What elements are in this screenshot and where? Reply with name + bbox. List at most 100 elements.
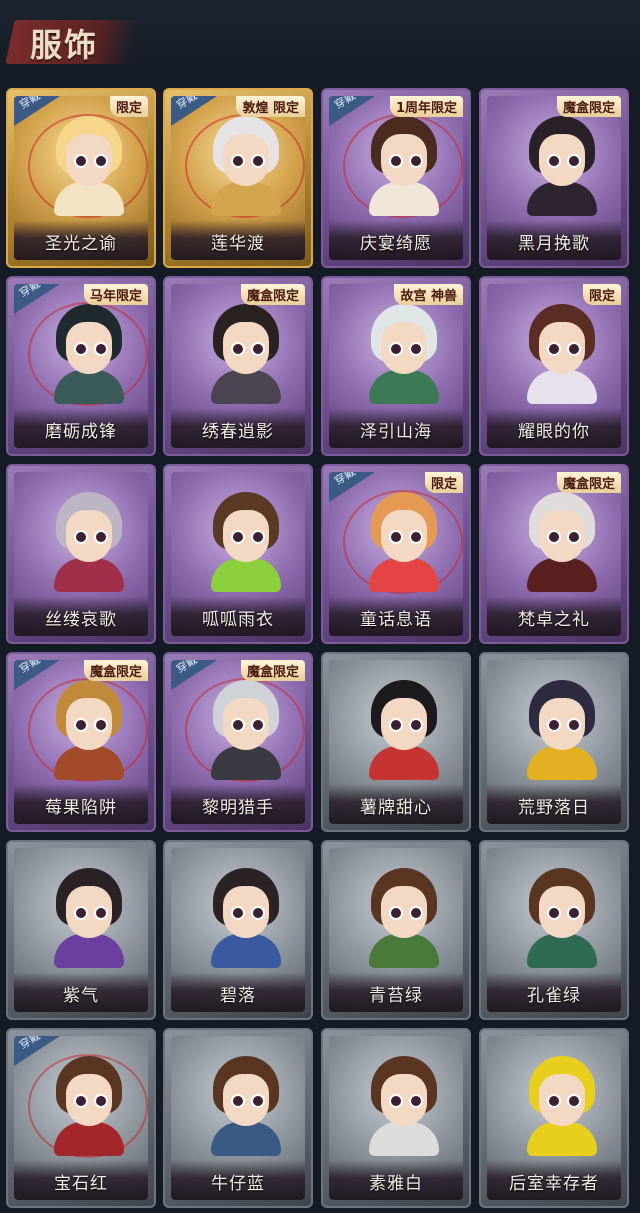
limited-badge: 敦煌 限定: [236, 96, 305, 117]
costume-name: 莲华渡: [211, 234, 265, 254]
costume-card[interactable]: 穿戴 限定 圣光之谕: [6, 88, 156, 268]
costume-name: 丝缕哀歌: [45, 610, 117, 630]
character-portrait: [50, 492, 128, 592]
costume-card[interactable]: 荒野落日: [479, 652, 629, 832]
costume-card[interactable]: 限定耀眼的你: [479, 276, 629, 456]
name-bar: 圣光之谕: [14, 220, 148, 260]
card-artwork: 穿戴 1周年限定 庆宴绮愿: [329, 96, 463, 260]
wear-badge-label: 穿戴: [332, 472, 358, 488]
costume-card[interactable]: 青苔绿: [321, 840, 471, 1020]
character-portrait: [365, 116, 443, 216]
costume-card[interactable]: 魔盒限定 绣春逍影: [163, 276, 313, 456]
costume-card[interactable]: 紫气: [6, 840, 156, 1020]
name-bar: 牛仔蓝: [171, 1160, 305, 1200]
card-artwork: 青苔绿: [329, 848, 463, 1012]
eye-right: [567, 154, 581, 168]
name-bar: 磨砺成锋: [14, 408, 148, 448]
costume-card[interactable]: 呱呱雨衣: [163, 464, 313, 644]
limited-badge: 1周年限定: [389, 96, 463, 117]
eye-left: [547, 906, 561, 920]
outfit: [369, 370, 439, 404]
name-bar: 青苔绿: [329, 972, 463, 1012]
eye-right: [251, 718, 265, 732]
costume-card[interactable]: 穿戴 魔盒限定 黎明猎手: [163, 652, 313, 832]
limited-badge: 魔盒限定: [556, 96, 621, 117]
eye-right: [409, 1094, 423, 1108]
eye-left: [547, 1094, 561, 1108]
eye-left: [231, 154, 245, 168]
page-title: 服饰: [30, 26, 99, 64]
wear-badge-label: 穿戴: [17, 660, 43, 676]
outfit: [211, 1122, 281, 1156]
character-portrait: [207, 1056, 285, 1156]
costume-name: 庆宴绮愿: [360, 234, 432, 254]
outfit: [54, 370, 124, 404]
eye-right: [567, 530, 581, 544]
costume-name: 耀眼的你: [518, 422, 590, 442]
card-artwork: 魔盒限定 绣春逍影: [171, 284, 305, 448]
eye-right: [409, 154, 423, 168]
costume-card[interactable]: 魔盒限定 梵卓之礼: [479, 464, 629, 644]
costume-card[interactable]: 魔盒限定 黑月挽歌: [479, 88, 629, 268]
costume-name: 童话息语: [360, 610, 432, 630]
costume-card[interactable]: 素雅白: [321, 1028, 471, 1208]
eye-left: [74, 906, 88, 920]
eye-right: [409, 342, 423, 356]
costume-card[interactable]: 牛仔蓝: [163, 1028, 313, 1208]
costume-card[interactable]: 孔雀绿: [479, 840, 629, 1020]
limited-badge: 魔盒限定: [83, 660, 148, 681]
eye-left: [547, 530, 561, 544]
costume-card[interactable]: 穿戴 马年限定 磨砺成锋: [6, 276, 156, 456]
eye-right: [94, 342, 108, 356]
character-portrait: [523, 492, 601, 592]
eye-right: [409, 718, 423, 732]
outfit: [369, 934, 439, 968]
limited-badge: 马年限定: [83, 284, 148, 305]
outfit: [527, 558, 597, 592]
eye-right: [567, 1094, 581, 1108]
eye-right: [251, 154, 265, 168]
costume-card[interactable]: 故宫 神兽 泽引山海: [321, 276, 471, 456]
costume-name: 紫气: [63, 986, 99, 1006]
character-portrait: [50, 868, 128, 968]
card-artwork: 素雅白: [329, 1036, 463, 1200]
card-artwork: 穿戴 魔盒限定 莓果陷阱: [14, 660, 148, 824]
costume-card[interactable]: 穿戴 魔盒限定 莓果陷阱: [6, 652, 156, 832]
name-bar: 童话息语: [329, 596, 463, 636]
wear-badge-label: 穿戴: [174, 660, 200, 676]
outfit: [369, 1122, 439, 1156]
section-header: 服饰: [0, 0, 640, 82]
eye-right: [251, 1094, 265, 1108]
outfit: [211, 746, 281, 780]
character-portrait: [207, 680, 285, 780]
eye-left: [389, 154, 403, 168]
costume-card[interactable]: 穿戴 敦煌 限定 莲华渡: [163, 88, 313, 268]
card-artwork: 限定耀眼的你: [487, 284, 621, 448]
costume-card[interactable]: 丝缕哀歌: [6, 464, 156, 644]
outfit: [527, 1122, 597, 1156]
costume-card[interactable]: 穿戴 限定 童话息语: [321, 464, 471, 644]
eye-left: [74, 1094, 88, 1108]
costume-name: 宝石红: [54, 1174, 108, 1194]
limited-badge: 限定: [582, 284, 621, 305]
eye-left: [389, 718, 403, 732]
eye-right: [251, 906, 265, 920]
costume-card[interactable]: 后室幸存者: [479, 1028, 629, 1208]
costume-card[interactable]: 碧落: [163, 840, 313, 1020]
character-portrait: [207, 116, 285, 216]
limited-badge: 故宫 神兽: [394, 284, 463, 305]
outfit: [527, 370, 597, 404]
costume-card[interactable]: 薯牌甜心: [321, 652, 471, 832]
character-portrait: [50, 116, 128, 216]
outfit: [211, 182, 281, 216]
costume-name: 牛仔蓝: [211, 1174, 265, 1194]
eye-left: [231, 1094, 245, 1108]
limited-badge: 魔盒限定: [240, 284, 305, 305]
costume-card[interactable]: 穿戴 1周年限定 庆宴绮愿: [321, 88, 471, 268]
card-artwork: 魔盒限定 梵卓之礼: [487, 472, 621, 636]
costume-card[interactable]: 穿戴 宝石红: [6, 1028, 156, 1208]
eye-right: [94, 1094, 108, 1108]
name-bar: 荒野落日: [487, 784, 621, 824]
name-bar: 后室幸存者: [487, 1160, 621, 1200]
outfit: [54, 934, 124, 968]
